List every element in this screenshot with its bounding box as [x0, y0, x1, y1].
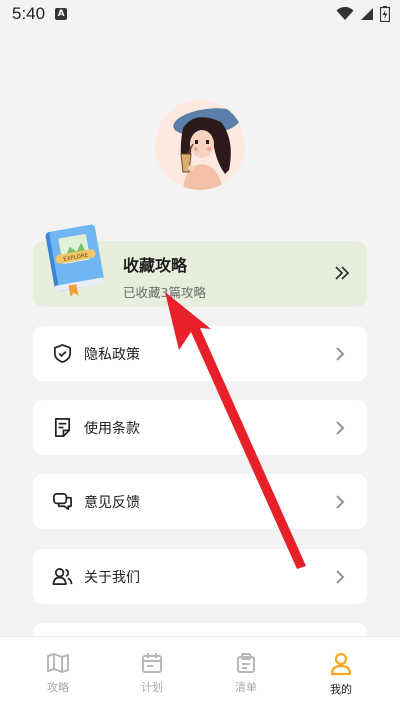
chevron-right-icon — [336, 495, 345, 509]
chevron-right-icon — [336, 347, 345, 361]
chat-bubbles-icon — [53, 493, 72, 510]
map-icon — [47, 653, 69, 673]
menu-item-terms-of-use[interactable]: 使用条款 — [33, 400, 367, 455]
calendar-icon — [142, 653, 162, 673]
tab-checklist[interactable]: 清单 — [196, 637, 296, 711]
chevron-right-icon — [336, 570, 345, 584]
chevron-right-icon — [336, 421, 345, 435]
tab-label: 清单 — [235, 681, 257, 694]
tab-bar: 攻略 计划 清单 我的 — [0, 636, 400, 711]
clipboard-icon — [237, 653, 255, 673]
shield-check-icon — [54, 344, 71, 363]
double-chevron-right-icon — [335, 266, 350, 280]
menu-item-label: 意见反馈 — [84, 495, 140, 511]
book-icon: EXPLORE — [45, 224, 105, 296]
menu-item-label: 隐私政策 — [84, 347, 140, 363]
wifi-icon — [336, 7, 354, 20]
favorites-title: 收藏攻略 — [123, 256, 188, 275]
menu-item-label: 使用条款 — [84, 421, 140, 437]
avatar[interactable] — [155, 100, 245, 190]
tab-me[interactable]: 我的 — [291, 637, 391, 711]
users-icon — [52, 568, 73, 585]
document-icon — [54, 418, 71, 437]
favorites-subtitle: 已收藏3篇攻略 — [123, 285, 206, 300]
tab-plan[interactable]: 计划 — [102, 637, 202, 711]
menu-item-about-us[interactable]: 关于我们 — [33, 549, 367, 604]
menu-item-feedback[interactable]: 意见反馈 — [33, 474, 367, 529]
tab-label: 我的 — [330, 683, 352, 696]
tab-label: 计划 — [141, 681, 163, 694]
tab-guides[interactable]: 攻略 — [8, 637, 108, 711]
menu-item-privacy-policy[interactable]: 隐私政策 — [33, 326, 367, 381]
battery-icon — [380, 6, 390, 22]
tab-label: 攻略 — [47, 681, 69, 694]
signal-icon — [361, 8, 373, 20]
status-bar: 5:40 A — [0, 0, 400, 28]
status-time: 5:40 — [12, 4, 46, 23]
avatar-illustration — [155, 100, 245, 190]
menu-item-label: 关于我们 — [84, 570, 140, 586]
notification-icon: A — [55, 8, 68, 20]
person-icon — [330, 652, 352, 676]
